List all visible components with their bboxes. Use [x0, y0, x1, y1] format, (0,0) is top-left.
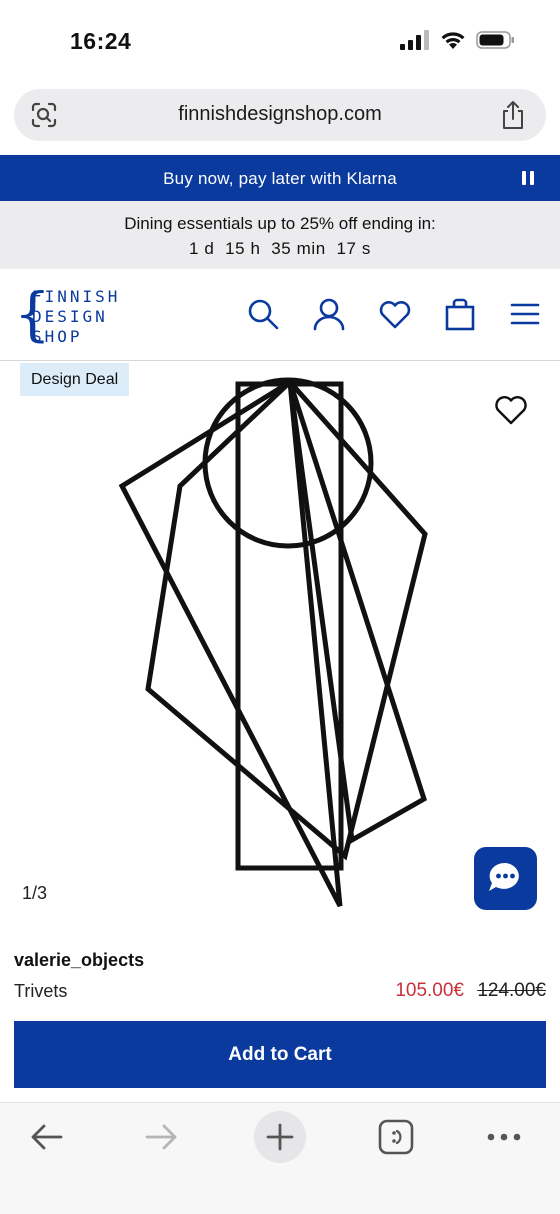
- logo-line-1: FINNISH: [32, 287, 121, 306]
- forward-icon: [145, 1124, 177, 1150]
- logo-line-2: DESIGN: [32, 307, 108, 326]
- new-tab-icon: [266, 1123, 294, 1151]
- search-icon[interactable]: [246, 297, 280, 331]
- design-deal-badge: Design Deal: [20, 363, 130, 396]
- more-icon: [487, 1133, 521, 1141]
- wifi-icon: [441, 32, 465, 49]
- shopping-bag-icon[interactable]: [443, 297, 477, 331]
- image-page-counter: 1/3: [22, 883, 48, 903]
- chat-bubble-icon: [489, 862, 519, 891]
- account-icon[interactable]: [312, 297, 346, 331]
- promo-text: Dining essentials up to 25% off ending i…: [124, 214, 436, 233]
- status-time: 16:24: [70, 28, 132, 54]
- address-bar[interactable]: finnishdesignshop.com: [14, 89, 546, 141]
- back-button[interactable]: [20, 1111, 72, 1163]
- sale-price: 105.00€: [395, 980, 464, 1001]
- forward-button[interactable]: [136, 1111, 188, 1163]
- status-bar: 16:24: [0, 0, 560, 84]
- promo-banner[interactable]: Dining essentials up to 25% off ending i…: [0, 201, 560, 269]
- url-text[interactable]: finnishdesignshop.com: [14, 103, 546, 126]
- tabs-icon: [378, 1119, 414, 1155]
- add-to-cart-button[interactable]: Add to Cart: [14, 1021, 546, 1088]
- cellular-signal-icon: [400, 30, 429, 50]
- klarna-banner[interactable]: Buy now, pay later with Klarna: [0, 155, 560, 201]
- product-image-gallery[interactable]: Design Deal 1/3: [0, 361, 560, 929]
- trivet-product-image: [118, 377, 428, 908]
- back-icon: [31, 1124, 63, 1150]
- chat-button[interactable]: [474, 847, 537, 910]
- wishlist-icon[interactable]: [378, 297, 412, 331]
- klarna-banner-text: Buy now, pay later with Klarna: [163, 169, 397, 188]
- tabs-button[interactable]: [370, 1111, 422, 1163]
- more-button[interactable]: [478, 1111, 530, 1163]
- product-brand[interactable]: valerie_objects: [14, 950, 144, 971]
- add-to-wishlist-icon[interactable]: [494, 394, 528, 426]
- battery-icon: [476, 31, 514, 49]
- share-icon[interactable]: [500, 100, 526, 130]
- menu-icon[interactable]: [508, 297, 542, 331]
- site-header: { FINNISH DESIGN SHOP: [0, 269, 560, 361]
- pause-icon[interactable]: [522, 171, 536, 185]
- logo-line-3: SHOP: [32, 327, 83, 346]
- status-icons: [400, 30, 516, 50]
- site-logo[interactable]: { FINNISH DESIGN SHOP: [14, 285, 117, 346]
- browser-toolbar: [0, 1102, 560, 1214]
- promo-countdown: 1 d 15 h 35 min 17 s: [188, 239, 371, 258]
- new-tab-button[interactable]: [254, 1111, 306, 1163]
- original-price: 124.00€: [477, 980, 546, 1001]
- product-name: Trivets: [14, 981, 68, 1001]
